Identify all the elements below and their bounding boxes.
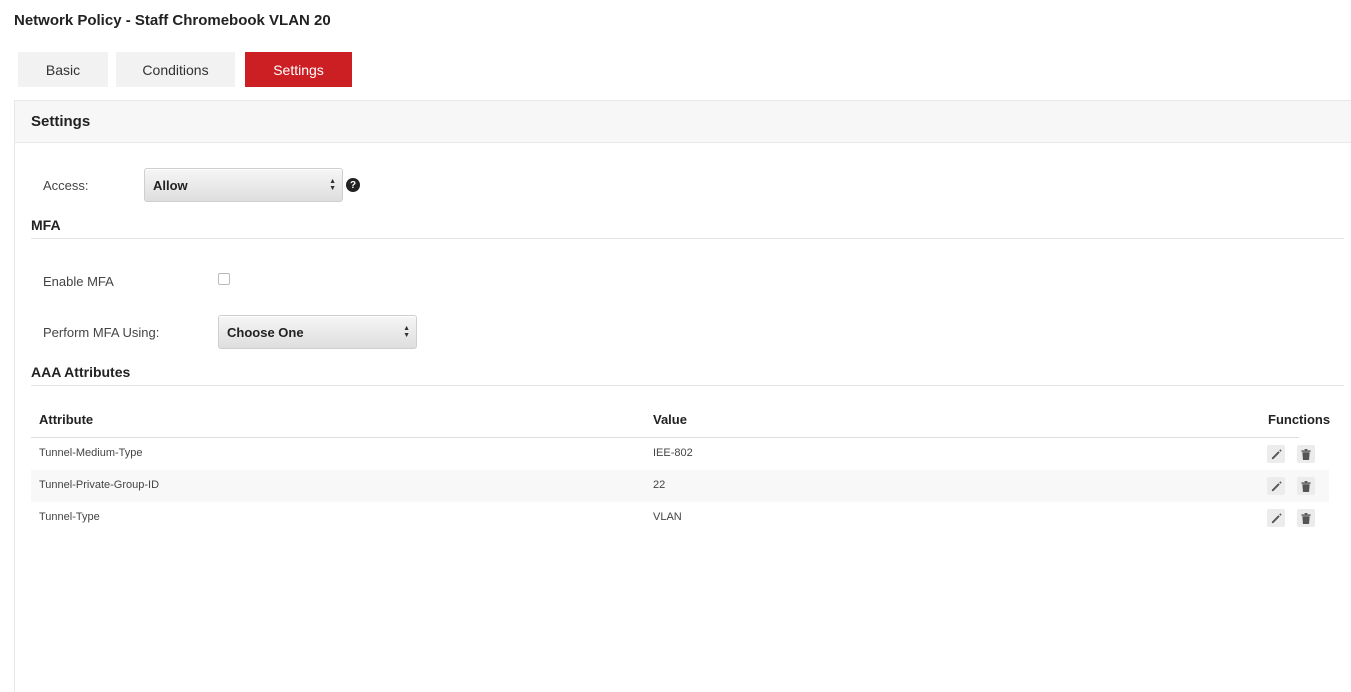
panel-title: Settings <box>31 113 91 130</box>
tab-settings[interactable]: Settings <box>245 52 352 87</box>
attribute-cell: Tunnel-Type <box>39 511 100 523</box>
access-label: Access: <box>43 178 89 193</box>
pencil-icon[interactable] <box>1267 509 1285 527</box>
column-header-functions: Functions <box>1268 412 1331 427</box>
mfa-divider <box>31 238 1344 239</box>
enable-mfa-checkbox[interactable] <box>218 273 230 285</box>
table-row: Tunnel-Medium-Type IEE-802 <box>31 438 1329 470</box>
attribute-cell: Tunnel-Medium-Type <box>39 447 143 459</box>
panel-header: Settings <box>15 101 1351 143</box>
value-cell: IEE-802 <box>653 447 693 459</box>
select-arrows-icon: ▲ ▼ <box>329 178 336 192</box>
mfa-method-select[interactable]: Choose One ▲ ▼ <box>218 315 417 349</box>
select-arrows-icon: ▲ ▼ <box>403 325 410 339</box>
enable-mfa-label: Enable MFA <box>43 274 114 289</box>
column-header-attribute[interactable]: Attribute <box>39 412 93 427</box>
mfa-method-label: Perform MFA Using: <box>43 325 160 340</box>
column-header-value[interactable]: Value <box>653 412 687 427</box>
question-circle-icon[interactable]: ? <box>346 178 360 192</box>
access-select-value: Allow <box>153 177 188 193</box>
tab-basic[interactable]: Basic <box>18 52 108 87</box>
table-row: Tunnel-Type VLAN <box>31 502 1329 534</box>
trash-icon[interactable] <box>1297 477 1315 495</box>
aaa-divider <box>31 385 1344 386</box>
pencil-icon[interactable] <box>1267 445 1285 463</box>
trash-icon[interactable] <box>1297 445 1315 463</box>
value-cell: VLAN <box>653 511 682 523</box>
value-cell: 22 <box>653 479 666 491</box>
aaa-section-title: AAA Attributes <box>31 364 131 380</box>
mfa-method-select-value: Choose One <box>227 324 304 340</box>
trash-icon[interactable] <box>1297 509 1315 527</box>
pencil-icon[interactable] <box>1267 477 1285 495</box>
mfa-section-title: MFA <box>31 217 61 233</box>
attribute-cell: Tunnel-Private-Group-ID <box>39 479 160 491</box>
settings-panel: Settings Access: Allow ▲ ▼ ? MFA Enable M… <box>14 100 1351 692</box>
table-row: Tunnel-Private-Group-ID 22 <box>31 470 1329 502</box>
access-select[interactable]: Allow ▲ ▼ <box>144 168 343 202</box>
tab-conditions[interactable]: Conditions <box>116 52 235 87</box>
page-title: Network Policy - Staff Chromebook VLAN 2… <box>14 12 331 29</box>
